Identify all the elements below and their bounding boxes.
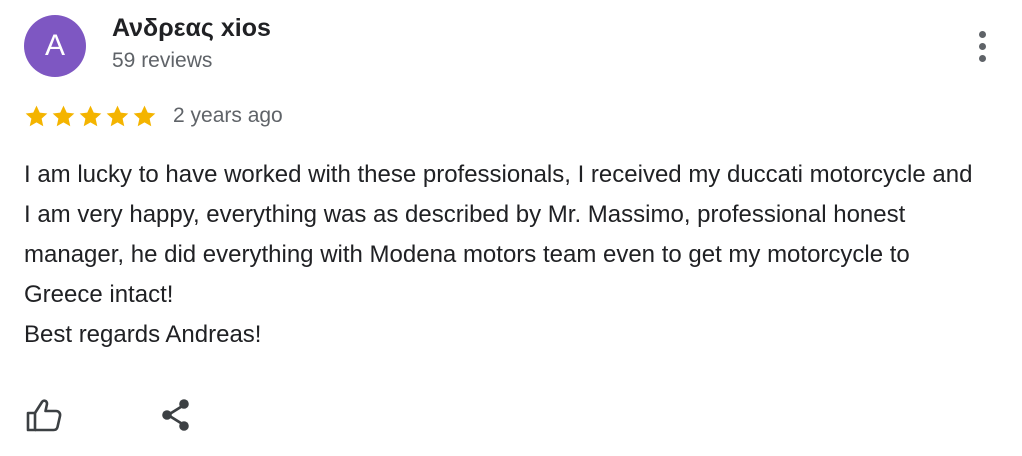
more-vertical-icon [978,30,986,38]
review-text-paragraph: I am lucky to have worked with these pro… [24,161,973,308]
star-icon [52,105,75,126]
reviewer-name[interactable]: Ανδρεας xios [112,14,271,43]
avatar[interactable]: A [24,15,86,77]
star-rating [24,104,157,129]
thumbs-up-icon [26,399,62,432]
share-icon [162,399,189,431]
review-text: I am lucky to have worked with these pro… [24,155,984,355]
star-icon [25,105,48,126]
review-text-signoff: Best regards Andreas! [24,321,262,348]
like-button[interactable] [24,395,64,435]
share-button[interactable] [156,395,196,435]
more-options-button[interactable] [966,26,998,66]
review-count: 59 reviews [112,49,213,72]
rating-row: 2 years ago [24,100,283,132]
star-icon [106,105,129,126]
more-vertical-icon-dot [978,42,986,50]
star-icon [133,105,156,126]
review-actions [24,395,196,435]
review-date: 2 years ago [173,104,283,127]
star-icon [79,105,102,126]
more-vertical-icon-dot [978,54,986,62]
